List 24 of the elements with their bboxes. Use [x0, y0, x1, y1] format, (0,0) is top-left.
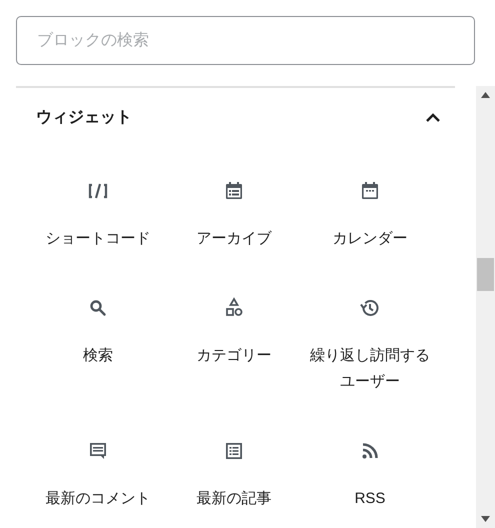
block-item[interactable]: RSS — [302, 439, 438, 528]
block-item[interactable]: アーカイブ — [166, 179, 302, 296]
block-label: 最新のコメント — [44, 489, 152, 509]
scrollbar[interactable] — [476, 86, 495, 528]
block-item[interactable]: ショートコード — [30, 179, 166, 296]
block-label: アーカイブ — [196, 229, 273, 249]
block-label: RSS — [354, 489, 386, 509]
block-label: 繰り返し訪問するユーザー — [309, 346, 431, 392]
scroll-down-icon[interactable] — [481, 516, 490, 522]
block-label: 最新の記事 — [196, 489, 272, 509]
block-label: カテゴリー — [196, 346, 272, 366]
block-item[interactable]: カレンダー — [302, 179, 438, 296]
search-field[interactable]: ブロックの検索 — [16, 16, 475, 65]
scroll-thumb[interactable] — [477, 258, 494, 291]
block-item[interactable]: 最新の記事 — [166, 439, 302, 528]
block-label: ショートコード — [44, 229, 152, 249]
panel-header[interactable]: ウィジェット — [16, 88, 455, 148]
block-item[interactable]: 繰り返し訪問するユーザー — [302, 296, 438, 439]
block-label: カレンダー — [332, 229, 408, 249]
block-item[interactable]: 検索 — [30, 296, 166, 439]
block-item[interactable]: 最新のコメント — [30, 439, 166, 528]
block-item[interactable]: カテゴリー — [166, 296, 302, 439]
scroll-up-icon[interactable] — [481, 92, 490, 98]
block-label: 検索 — [82, 346, 114, 366]
